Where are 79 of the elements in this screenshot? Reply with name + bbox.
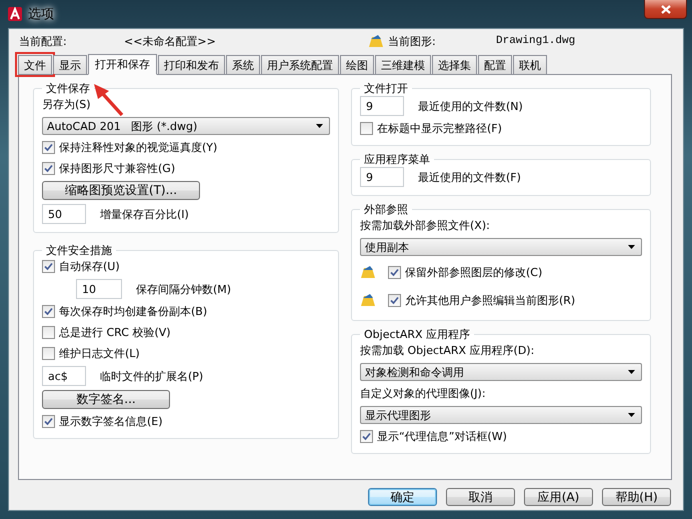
caret-icon: [628, 245, 635, 249]
field-label: 自定义对象的代理图像(J):: [360, 386, 486, 401]
checkbox-label[interactable]: 允许其他用户参照编辑当前图形(R): [405, 292, 576, 308]
input-field[interactable]: 9: [360, 167, 404, 187]
checkbox[interactable]: [388, 266, 401, 278]
group-title: 应用程序菜单: [363, 152, 431, 167]
group-title: 文件保存: [45, 81, 91, 96]
input-field[interactable]: ac$: [42, 366, 86, 386]
checkbox-label[interactable]: 总是进行 CRC 校验(V): [59, 325, 171, 340]
checkbox[interactable]: [42, 305, 55, 318]
checkbox[interactable]: [42, 162, 55, 175]
tab[interactable]: 联机: [513, 55, 547, 74]
checkbox-label[interactable]: 保持注释性对象的视觉逼真度(Y): [59, 140, 218, 155]
drawing-label: 当前图形:: [388, 34, 437, 48]
checkbox[interactable]: [360, 122, 373, 135]
tab[interactable]: 选择集: [432, 55, 477, 74]
close-button[interactable]: [644, 0, 687, 19]
dropdown[interactable]: AutoCAD 201 图形 (*.dwg): [42, 117, 330, 135]
checkbox-label[interactable]: 每次保存时均创建备份副本(B): [59, 304, 208, 319]
dropdown[interactable]: 使用副本: [360, 238, 642, 256]
settings-button[interactable]: 数字签名...: [42, 390, 170, 409]
group-title: ObjectARX 应用程序: [363, 327, 472, 342]
checkbox[interactable]: [360, 430, 373, 443]
field-label: 保存间隔分钟数(M): [136, 282, 232, 296]
dropdown[interactable]: 显示代理图形: [360, 406, 642, 424]
profile-label: 当前配置:: [19, 34, 68, 48]
input-field[interactable]: 9: [360, 96, 404, 116]
tab[interactable]: 绘图: [340, 55, 374, 74]
group-title: 文件安全措施: [45, 243, 113, 258]
tab[interactable]: 打印和发布: [158, 55, 225, 74]
app-logo-icon: [8, 7, 22, 21]
profile-value: <<未命名配置>>: [124, 34, 217, 48]
checkbox[interactable]: [42, 415, 55, 428]
checkbox[interactable]: [42, 141, 55, 154]
input-field[interactable]: 50: [42, 204, 86, 224]
dropdown[interactable]: 对象检测和命令调用: [360, 363, 642, 381]
checkbox[interactable]: [42, 347, 55, 360]
field-label: 按需加载外部参照文件(X):: [360, 218, 490, 233]
caret-icon: [316, 124, 323, 128]
checkbox[interactable]: [42, 326, 55, 339]
tab[interactable]: 显示: [53, 55, 87, 74]
layer-icon: [360, 264, 376, 280]
field-label: 另存为(S): [42, 97, 91, 112]
dialog-button[interactable]: 取消: [446, 488, 515, 506]
close-icon: [660, 4, 670, 14]
tab[interactable]: 打开和保存: [88, 54, 157, 75]
drawing-value: Drawing1.dwg: [496, 35, 576, 47]
checkbox-label[interactable]: 维护日志文件(L): [59, 346, 140, 361]
tab[interactable]: 配置: [478, 55, 512, 74]
field-label: 最近使用的文件数(F): [418, 170, 521, 184]
checkbox[interactable]: [388, 294, 401, 306]
tab[interactable]: 文件: [18, 55, 52, 74]
checkbox-label[interactable]: 自动保存(U): [59, 259, 120, 274]
dialog-button[interactable]: 应用(A): [524, 488, 593, 506]
checkbox[interactable]: [42, 260, 55, 273]
dialog-button[interactable]: 确定: [368, 488, 437, 506]
tab[interactable]: 用户系统配置: [261, 55, 339, 74]
field-label: 最近使用的文件数(N): [418, 98, 523, 114]
checkbox-label[interactable]: 在标题中显示完整路径(F): [377, 121, 502, 136]
group-title: 文件打开: [363, 81, 409, 96]
checkbox-label[interactable]: 保持图形尺寸兼容性(G): [59, 161, 176, 176]
field-label: 临时文件的扩展名(P): [100, 368, 204, 384]
arrow-annotation: [94, 84, 124, 116]
group-title: 外部参照: [363, 202, 409, 217]
input-field[interactable]: 10: [76, 279, 122, 299]
window-title: 选项: [28, 6, 54, 23]
checkbox-label[interactable]: 保留外部参照图层的修改(C): [405, 264, 542, 280]
settings-button[interactable]: 缩略图预览设置(T)...: [42, 181, 200, 200]
checkbox-label[interactable]: 显示数字签名信息(E): [59, 414, 163, 429]
caret-icon: [628, 413, 635, 417]
field-label: 按需加载 ObjectARX 应用程序(D):: [360, 343, 534, 358]
layer-icon: [360, 292, 376, 308]
field-label: 增量保存百分比(I): [100, 206, 189, 222]
tab[interactable]: 三维建模: [375, 55, 431, 74]
tab[interactable]: 系统: [226, 55, 260, 74]
caret-icon: [628, 370, 635, 374]
dialog-button[interactable]: 帮助(H): [602, 488, 671, 506]
checkbox-label[interactable]: 显示“代理信息”对话框(W): [377, 429, 507, 444]
layer-icon: [368, 33, 384, 49]
